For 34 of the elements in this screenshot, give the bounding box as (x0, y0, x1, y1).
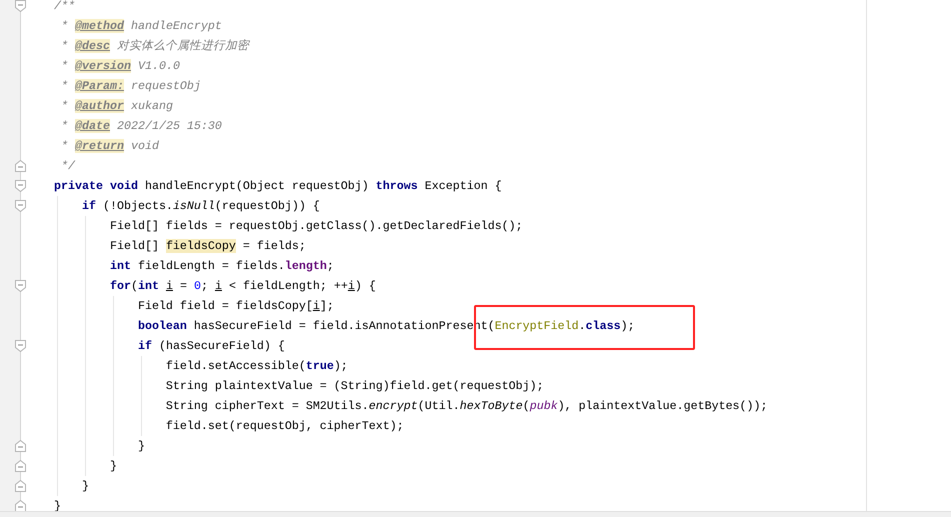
code-line: Field[] fieldsCopy = fields; (110, 238, 306, 254)
code-line: if (hasSecureField) { (138, 338, 285, 354)
code-line: } (82, 478, 89, 494)
fold-icon[interactable] (15, 0, 26, 12)
code-line: if (!Objects.isNull(requestObj)) { (82, 198, 320, 214)
code-line: field.setAccessible(true); (166, 358, 348, 374)
code-line: field.set(requestObj, cipherText); (166, 418, 404, 434)
code-line: * @Param: requestObj (61, 78, 201, 94)
code-line: * @date 2022/1/25 15:30 (61, 118, 222, 134)
code-line: */ (61, 158, 75, 174)
code-line: private void handleEncrypt(Object requestObj) throws Exception { (54, 178, 502, 194)
code-line: * @return void (61, 138, 159, 154)
code-line: * @author xukang (61, 98, 173, 114)
code-line: String cipherText = SM2Utils.encrypt(Util.hexToByte(pubk), plaintextValue.getBytes()); (166, 398, 768, 414)
code-line: * @method handleEncrypt (61, 18, 222, 34)
code-line: Field field = fieldsCopy[i]; (138, 298, 334, 314)
fold-icon[interactable] (15, 160, 26, 172)
fold-icon[interactable] (15, 440, 26, 452)
fold-icon[interactable] (15, 460, 26, 472)
fold-icon[interactable] (15, 280, 26, 292)
fold-icon[interactable] (15, 480, 26, 492)
code-line: * @desc 对实体么个属性进行加密 (61, 38, 249, 54)
code-line: String plaintextValue = (String)field.get(requestObj); (166, 378, 544, 394)
fold-icon[interactable] (15, 200, 26, 212)
code-line: for(int i = 0; i < fieldLength; ++i) { (110, 278, 376, 294)
code-line: } (110, 458, 117, 474)
fold-icon[interactable] (15, 500, 26, 512)
fold-icon[interactable] (15, 180, 26, 192)
code-line: int fieldLength = fields.length; (110, 258, 334, 274)
code-line: } (138, 438, 145, 454)
code-line: * @version V1.0.0 (61, 58, 180, 74)
fold-icon[interactable] (15, 340, 26, 352)
code-line: /** (54, 0, 75, 14)
code-line: Field[] fields = requestObj.getClass().getDeclaredFields(); (110, 218, 523, 234)
